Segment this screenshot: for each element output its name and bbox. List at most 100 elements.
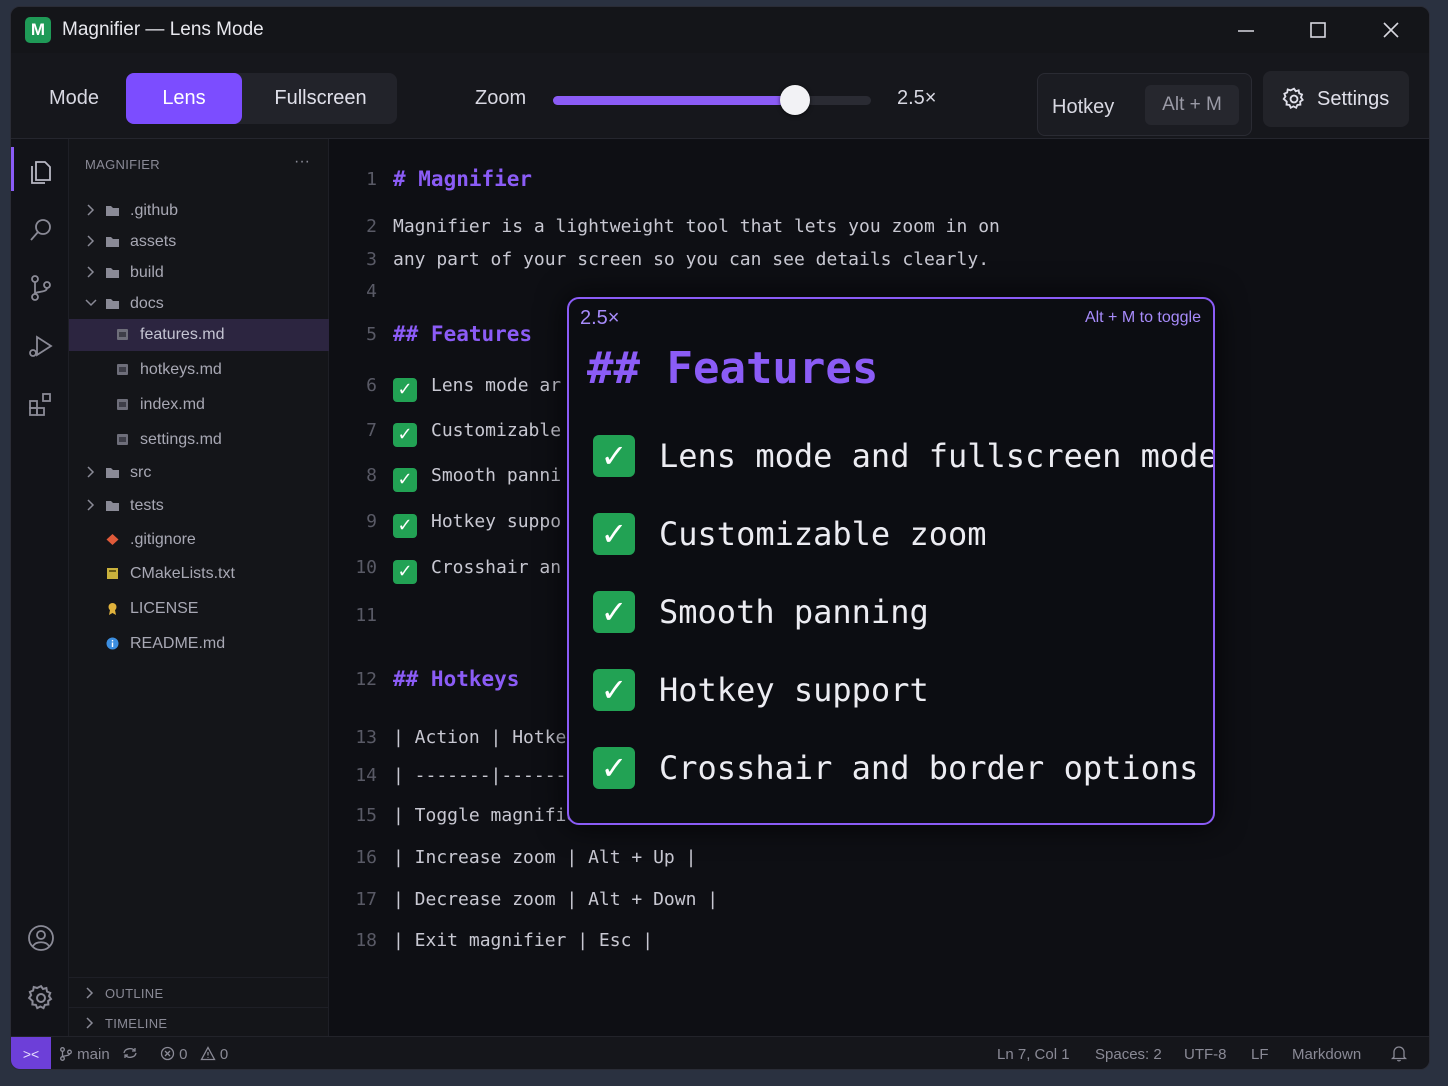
run-debug-icon[interactable] xyxy=(26,331,56,361)
line-number: 1 xyxy=(366,169,377,190)
code-line-text: Smooth panni xyxy=(431,465,562,486)
line-number: 8 xyxy=(366,465,377,486)
search-icon[interactable] xyxy=(26,215,56,245)
zoom-slider[interactable] xyxy=(553,85,871,115)
tree-item-label: src xyxy=(130,464,152,481)
folder-icon xyxy=(106,237,119,247)
code-line: ✓ Crosshair an xyxy=(393,557,561,584)
line-number: 16 xyxy=(355,847,377,868)
code-line: ✓ Smooth panni xyxy=(393,465,561,492)
app-logo-icon: M xyxy=(25,17,51,43)
warning-count: 0 xyxy=(219,1046,229,1063)
code-line: | -------|-------- xyxy=(393,765,589,786)
hotkey-input[interactable]: Alt + M xyxy=(1145,85,1239,125)
tree-file[interactable]: hotkeys.md xyxy=(69,354,329,386)
lens-zoom-indicator: 2.5× xyxy=(580,307,620,329)
explorer-sidebar: MAGNIFIER ··· .github assets build docs feat… xyxy=(69,139,329,1036)
settings-label: Settings xyxy=(1317,88,1390,110)
tree-item-label: tests xyxy=(130,497,164,514)
close-icon xyxy=(1383,22,1399,38)
tree-file[interactable]: README.md xyxy=(69,628,329,660)
checkmark-icon: ✓ xyxy=(593,669,635,711)
tree-file[interactable]: index.md xyxy=(69,389,329,421)
mode-label: Mode xyxy=(49,87,100,109)
tree-folder[interactable]: assets xyxy=(69,226,329,258)
line-number: 6 xyxy=(366,375,377,396)
branch-indicator[interactable]: main xyxy=(59,1046,110,1063)
lens-mode-button[interactable]: Lens xyxy=(126,73,242,124)
code-line: | Decrease zoom | Alt + Down | xyxy=(393,889,719,910)
chevron-right-icon xyxy=(87,499,95,511)
minimize-icon xyxy=(1238,30,1254,32)
checkmark-icon: ✓ xyxy=(593,747,635,789)
more-actions-icon[interactable]: ··· xyxy=(294,153,310,171)
fullscreen-mode-button[interactable]: Fullscreen xyxy=(248,73,393,124)
chevron-right-icon xyxy=(86,987,94,999)
account-icon[interactable] xyxy=(26,923,56,953)
magnifier-lens[interactable]: 2.5× Alt + M to toggle ## Features ✓ Lens… xyxy=(567,297,1215,825)
code-line: ## Features xyxy=(393,322,533,346)
line-number: 2 xyxy=(366,216,377,237)
language-mode[interactable]: Markdown xyxy=(1292,1046,1361,1063)
folder-icon xyxy=(106,501,119,511)
tree-file[interactable]: settings.md xyxy=(69,424,329,456)
source-control-icon[interactable] xyxy=(26,273,56,303)
checkmark-icon: ✓ xyxy=(593,591,635,633)
zoom-slider-thumb[interactable] xyxy=(779,85,810,115)
tree-item-label: docs xyxy=(130,295,164,312)
error-count: 0 xyxy=(179,1046,188,1063)
maximize-icon xyxy=(1310,22,1326,38)
cmake-file-icon xyxy=(107,568,118,579)
line-number: 7 xyxy=(366,420,377,441)
extensions-icon[interactable] xyxy=(26,389,56,419)
code-line: # Magnifier xyxy=(393,167,533,191)
minimize-button[interactable] xyxy=(1223,13,1269,47)
outline-section[interactable]: OUTLINE xyxy=(69,977,329,1007)
tree-folder[interactable]: .github xyxy=(69,195,329,227)
code-line: ✓ Lens mode ar xyxy=(393,375,561,402)
line-number: 12 xyxy=(355,669,377,690)
tree-folder[interactable]: build xyxy=(69,257,329,289)
code-line-text: Customizable xyxy=(431,420,562,441)
settings-button[interactable]: Settings xyxy=(1263,71,1409,127)
folder-icon xyxy=(106,268,119,278)
problems-indicator[interactable]: 0 0 xyxy=(160,1046,228,1063)
lens-feature-text: Hotkey support xyxy=(659,671,929,709)
remote-indicator[interactable]: >< xyxy=(11,1037,51,1069)
line-ending[interactable]: LF xyxy=(1251,1046,1269,1063)
lens-feature-text: Customizable zoom xyxy=(659,515,987,553)
folder-icon xyxy=(106,468,119,478)
line-number: 10 xyxy=(355,557,377,578)
cursor-position[interactable]: Ln 7, Col 1 xyxy=(997,1046,1070,1063)
close-button[interactable] xyxy=(1368,13,1414,47)
warning-icon xyxy=(200,1046,216,1061)
tree-item-label: settings.md xyxy=(140,431,222,448)
tree-file[interactable]: CMakeLists.txt xyxy=(69,558,329,590)
explorer-icon[interactable] xyxy=(26,157,56,187)
activity-active-indicator xyxy=(11,147,14,191)
chevron-down-icon xyxy=(85,299,97,307)
checkmark-icon: ✓ xyxy=(393,423,417,447)
code-line-text: Lens mode ar xyxy=(431,375,562,396)
explorer-header: MAGNIFIER xyxy=(85,157,160,172)
tree-file[interactable]: features.md xyxy=(69,319,329,351)
gear-icon xyxy=(1282,87,1304,110)
maximize-button[interactable] xyxy=(1295,13,1341,47)
line-number: 5 xyxy=(366,324,377,345)
code-line: ✓ Customizable xyxy=(393,420,561,447)
indentation[interactable]: Spaces: 2 xyxy=(1095,1046,1162,1063)
checkmark-icon: ✓ xyxy=(393,468,417,492)
tree-folder[interactable]: docs xyxy=(69,288,329,320)
notifications-bell-icon[interactable] xyxy=(1390,1045,1408,1066)
tree-file[interactable]: .gitignore xyxy=(69,524,329,556)
tree-folder[interactable]: tests xyxy=(69,490,329,522)
timeline-section[interactable]: TIMELINE xyxy=(69,1007,329,1037)
sync-icon[interactable] xyxy=(121,1046,139,1064)
tree-folder[interactable]: src xyxy=(69,457,329,489)
tree-file[interactable]: LICENSE xyxy=(69,593,329,625)
line-number: 14 xyxy=(355,765,377,786)
chevron-right-icon xyxy=(87,204,95,216)
encoding[interactable]: UTF-8 xyxy=(1184,1046,1227,1063)
settings-gear-icon[interactable] xyxy=(26,983,56,1013)
line-number: 3 xyxy=(366,249,377,270)
